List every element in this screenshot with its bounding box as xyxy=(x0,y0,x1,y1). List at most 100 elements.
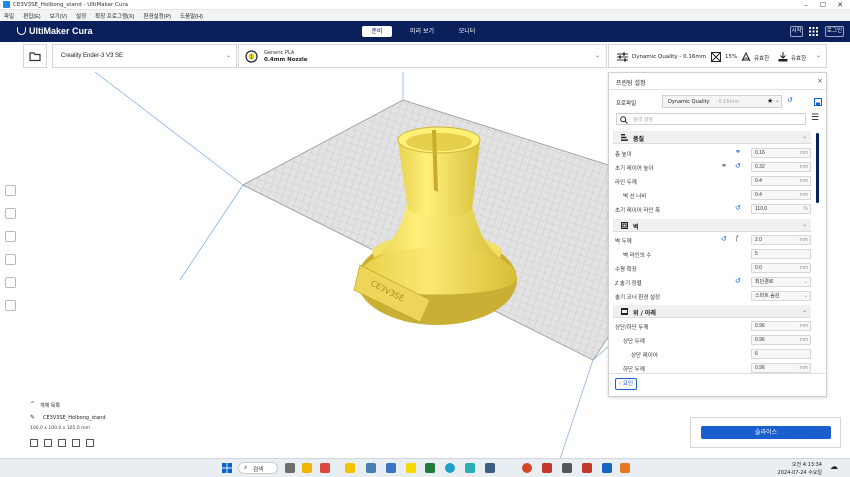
setting-row[interactable]: 라인 두께 0.4 mm xyxy=(615,175,811,188)
setting-row[interactable]: 벽 선 너비 0.4 mm xyxy=(615,189,811,202)
windows-start-icon[interactable] xyxy=(222,463,232,473)
file-explorer-icon[interactable] xyxy=(302,463,312,473)
view-right-icon[interactable] xyxy=(86,439,94,447)
menu-extensions[interactable]: 확장 프로그램(X) xyxy=(95,12,134,20)
chevron-up-icon[interactable]: ^ xyxy=(30,401,35,408)
kakaotalk-icon[interactable] xyxy=(406,463,416,473)
rotate-tool-icon[interactable] xyxy=(5,231,16,242)
clock-date[interactable]: 2024-07-24 수요일 xyxy=(775,469,822,476)
category-top-bottom[interactable]: 위 / 아래 ⌄ xyxy=(613,305,811,318)
reset-icon: ↺ xyxy=(735,278,741,285)
object-list-header[interactable]: 개체 목록 xyxy=(40,402,60,409)
setting-row[interactable]: 벽 라인의 수5 xyxy=(615,248,811,261)
view-front-icon[interactable] xyxy=(44,439,52,447)
chevron-down-icon: ⌄ xyxy=(816,52,822,59)
menu-view[interactable]: 보기(V) xyxy=(50,12,67,20)
function-icon: ƒ xyxy=(735,235,739,242)
top-bottom-icon xyxy=(621,308,628,315)
menu-bar: 파일 편집(E) 보기(V) 설정 확장 프로그램(X) 환경설정(P) 도움말… xyxy=(0,10,850,21)
close-icon[interactable]: ✕ xyxy=(832,0,848,10)
walls-icon xyxy=(621,222,628,229)
profile-summary: Dynamic Quality - 0.16mm xyxy=(632,54,707,60)
start-button[interactable]: 시작 xyxy=(790,26,803,37)
view-3d-icon[interactable] xyxy=(30,439,38,447)
setting-row[interactable]: 상단/하단 두께 0.96 mm xyxy=(615,320,811,333)
logo: UltiMaker Cura xyxy=(17,26,93,36)
slice-button[interactable]: 슬라이스 xyxy=(701,426,831,439)
menu-file[interactable]: 파일 xyxy=(4,12,14,20)
setting-row[interactable]: 수평 확장 0.0 mm xyxy=(615,262,811,275)
setting-row[interactable]: 상단 두께 0.96 mm xyxy=(615,334,811,347)
tab-prepare[interactable]: 준비 xyxy=(362,26,392,37)
task-view-icon[interactable] xyxy=(285,463,295,473)
notification-icon[interactable]: ☁ xyxy=(830,462,838,471)
setting-row[interactable]: 층 높이 ⚭ 0.16 mm xyxy=(615,147,811,160)
close-icon[interactable]: × xyxy=(817,77,823,85)
app-icon[interactable] xyxy=(320,463,330,473)
app-icon[interactable] xyxy=(620,463,630,473)
reset-icon: ↺ xyxy=(721,236,727,243)
app-icon[interactable] xyxy=(485,463,495,473)
app-icon[interactable] xyxy=(562,463,572,473)
setting-row[interactable]: 솔기 코너 환경 설정 스마트 숨김 ⌄ xyxy=(615,290,811,303)
setting-row[interactable]: 벽 두께 ↺ ƒ 2.0 mm xyxy=(615,234,811,247)
settings-search-field[interactable]: 검색 설정 xyxy=(616,113,806,125)
cura-icon[interactable] xyxy=(602,463,612,473)
app-icon[interactable] xyxy=(386,463,396,473)
support-summary: 유효한 xyxy=(754,56,770,62)
app-icon[interactable] xyxy=(542,463,552,473)
print-setup-selector[interactable]: Dynamic Quality - 0.16mm 15% 유효한 유효한 ⌄ xyxy=(608,44,827,68)
maximize-icon[interactable]: ☐ xyxy=(815,0,831,10)
move-tool-icon[interactable] xyxy=(5,185,16,196)
star-icon[interactable]: ★ xyxy=(767,97,773,105)
tab-monitor[interactable]: 모니터 xyxy=(452,26,482,37)
menu-help[interactable]: 도움말(H) xyxy=(180,12,203,20)
folder-icon[interactable] xyxy=(345,463,355,473)
view-top-icon[interactable] xyxy=(58,439,66,447)
setting-row[interactable]: 초기 레이어 라인 폭 ↺ 110.0% xyxy=(615,203,811,216)
category-quality[interactable]: 품질 ⌄ xyxy=(613,131,811,144)
recommended-button[interactable]: ‹ 요인 xyxy=(615,378,637,390)
setting-row[interactable]: 초기 레이어 높이 ⚭ ↺ 0.32 mm xyxy=(615,161,811,174)
clock-time[interactable]: 오전 4:13:34 xyxy=(790,461,822,468)
nozzle-size: 0.4mm Nozzle xyxy=(264,57,308,63)
minimize-icon[interactable]: – xyxy=(798,0,814,10)
menu-edit[interactable]: 편집(E) xyxy=(23,12,40,20)
tab-preview[interactable]: 미리 보기 xyxy=(405,26,439,37)
open-file-button[interactable] xyxy=(23,44,47,68)
category-walls[interactable]: 벽 ⌄ xyxy=(613,219,811,232)
link-icon: ⚭ xyxy=(721,163,727,170)
per-model-settings-icon[interactable] xyxy=(5,277,16,288)
app-icon[interactable] xyxy=(366,463,376,473)
setting-row[interactable]: 상단 레이어 6 xyxy=(615,348,811,361)
view-left-icon[interactable] xyxy=(72,439,80,447)
printer-selector[interactable]: Creality Ender-3 V3 SE ⌄ xyxy=(52,44,237,68)
print-settings-panel: 프린팅 설정 × 프로파일 Dynamic Quality - 0.16mm ★… xyxy=(608,72,828,397)
login-button[interactable]: 로그인 xyxy=(825,26,844,37)
app-icon[interactable] xyxy=(465,463,475,473)
object-name[interactable]: CE3V3SE_Holbong_stand xyxy=(43,415,106,421)
save-icon[interactable] xyxy=(814,98,822,106)
menu-settings[interactable]: 설정 xyxy=(76,12,86,20)
excel-icon[interactable] xyxy=(425,463,435,473)
infill-icon xyxy=(711,52,721,62)
setting-row[interactable]: Z 솔기 정렬 ↺ 최단경로 ⌄ xyxy=(615,276,811,289)
taskbar-search[interactable]: ⌕ 검색 xyxy=(238,462,278,474)
app-icon[interactable] xyxy=(582,463,592,473)
chevron-down-icon: ⌄ xyxy=(595,52,601,59)
menu-preferences[interactable]: 환경설정(P) xyxy=(143,12,171,20)
material-name: Generic PLA xyxy=(264,50,295,56)
material-selector[interactable]: 1 Generic PLA 0.4mm Nozzle ⌄ xyxy=(238,44,607,68)
apps-grid-icon[interactable] xyxy=(809,27,818,36)
app-icon xyxy=(3,1,10,8)
app-icon[interactable] xyxy=(522,463,532,473)
menu-icon[interactable]: ☰ xyxy=(811,113,819,123)
folder-icon xyxy=(29,52,41,62)
reset-icon[interactable]: ↺ xyxy=(787,96,793,104)
edge-icon[interactable] xyxy=(445,463,455,473)
support-blocker-icon[interactable] xyxy=(5,300,16,311)
scrollbar-thumb[interactable] xyxy=(816,133,819,203)
scale-tool-icon[interactable] xyxy=(5,208,16,219)
profile-dropdown[interactable]: Dynamic Quality - 0.16mm ★ ⌄ xyxy=(662,95,782,108)
mirror-tool-icon[interactable] xyxy=(5,254,16,265)
